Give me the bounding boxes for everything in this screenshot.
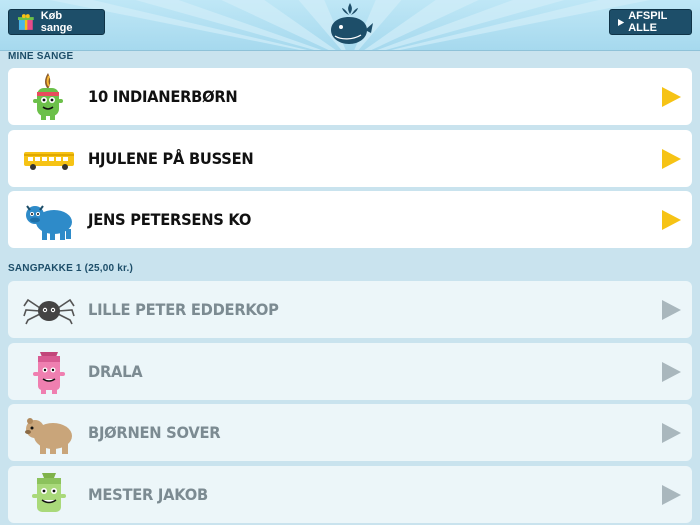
buy-songs-label: Køb sange — [40, 10, 73, 34]
song-row[interactable]: JENS PETERSENS KO — [8, 191, 692, 248]
play-song-icon[interactable] — [660, 209, 682, 231]
buy-songs-button[interactable]: Køb sange — [8, 9, 105, 35]
play-song-icon[interactable] — [660, 361, 682, 383]
song-title: HJULENE PÅ BUSSEN — [88, 149, 254, 168]
song-title: MESTER JAKOB — [88, 485, 208, 504]
play-icon — [618, 18, 625, 26]
green-monster-feather-icon — [33, 73, 63, 120]
song-row[interactable]: LILLE PETER EDDERKOP — [8, 281, 692, 338]
spider-icon — [23, 298, 75, 325]
song-title: DRALA — [88, 362, 143, 381]
section-my-songs: MINE SANGE — [8, 51, 74, 62]
play-song-icon[interactable] — [660, 484, 682, 506]
yellow-bus-icon — [24, 152, 74, 170]
gift-box-icon — [17, 14, 34, 30]
blue-cow-icon — [26, 205, 72, 240]
play-song-icon[interactable] — [660, 86, 682, 108]
section-song-pack-1: SANGPAKKE 1 (25,00 kr.) — [8, 263, 134, 274]
song-row[interactable]: HJULENE PÅ BUSSEN — [8, 130, 692, 187]
song-title: LILLE PETER EDDERKOP — [88, 300, 279, 319]
song-title: 10 INDIANERBØRN — [88, 87, 238, 106]
top-bar: Køb sange AFSPIL ALLE — [0, 0, 700, 51]
whale-icon — [331, 3, 373, 44]
play-all-button[interactable]: AFSPIL ALLE — [609, 9, 692, 35]
play-song-icon[interactable] — [660, 422, 682, 444]
play-song-icon[interactable] — [660, 299, 682, 321]
play-all-label: AFSPIL ALLE — [628, 10, 668, 34]
song-row[interactable]: MESTER JAKOB — [8, 466, 692, 523]
song-title: BJØRNEN SOVER — [88, 423, 221, 442]
green-monster-icon — [32, 473, 66, 512]
bear-icon — [25, 418, 72, 454]
song-row[interactable]: BJØRNEN SOVER — [8, 404, 692, 461]
song-row[interactable]: 10 INDIANERBØRN — [8, 68, 692, 125]
play-song-icon[interactable] — [660, 148, 682, 170]
song-row[interactable]: DRALA — [8, 343, 692, 400]
song-title: JENS PETERSENS KO — [88, 210, 252, 229]
pink-monster-icon — [33, 352, 65, 394]
